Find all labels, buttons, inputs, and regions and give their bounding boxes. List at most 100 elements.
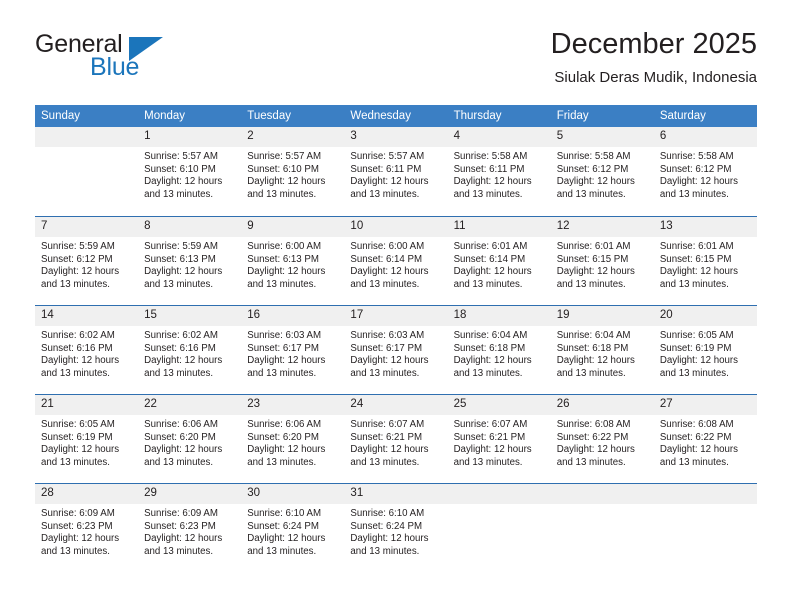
- general-blue-logo[interactable]: General Blue: [35, 32, 245, 94]
- day-sun-details: Sunrise: 6:04 AM Sunset: 6:18 PM Daylight:…: [551, 326, 654, 380]
- day-cell-inner: 1 Sunrise: 5:57 AM Sunset: 6:10 PM Daylight…: [138, 127, 242, 216]
- day-sun-details: Sunrise: 6:00 AM Sunset: 6:13 PM Daylight:…: [241, 237, 344, 291]
- daylight-text: and 13 minutes.: [453, 278, 523, 290]
- daylight-text: and 13 minutes.: [453, 456, 523, 468]
- calendar-day-cell[interactable]: 12 Sunrise: 6:01 AM Sunset: 6:15 PM Dayligh…: [550, 216, 654, 305]
- daylight-text: and 13 minutes.: [556, 188, 626, 200]
- calendar-day-cell[interactable]: 20 Sunrise: 6:05 AM Sunset: 6:19 PM Dayligh…: [653, 305, 757, 394]
- calendar-day-cell-empty: [550, 483, 654, 572]
- daylight-text: Daylight: 12 hours: [453, 444, 532, 456]
- sunrise-text: Sunrise: 6:10 AM: [247, 508, 322, 519]
- daylight-text: and 13 minutes.: [556, 367, 626, 379]
- calendar-day-cell[interactable]: 5 Sunrise: 5:58 AM Sunset: 6:12 PM Daylight…: [550, 127, 654, 216]
- sunrise-text: Sunrise: 6:01 AM: [556, 241, 631, 252]
- sunset-text: Sunset: 6:24 PM: [247, 520, 319, 532]
- calendar-day-cell[interactable]: 23 Sunrise: 6:06 AM Sunset: 6:20 PM Dayligh…: [241, 394, 345, 483]
- calendar-day-cell[interactable]: 9 Sunrise: 6:00 AM Sunset: 6:13 PM Daylight…: [241, 216, 345, 305]
- calendar-day-cell[interactable]: 10 Sunrise: 6:00 AM Sunset: 6:14 PM Dayligh…: [344, 216, 448, 305]
- daylight-text: Daylight: 12 hours: [350, 355, 429, 367]
- daylight-text: and 13 minutes.: [247, 188, 317, 200]
- calendar-day-cell[interactable]: 30 Sunrise: 6:10 AM Sunset: 6:24 PM Dayligh…: [241, 483, 345, 572]
- day-sun-details: Sunrise: 6:10 AM Sunset: 6:24 PM Daylight:…: [241, 504, 344, 558]
- day-number: 20: [653, 306, 757, 326]
- day-sun-details: Sunrise: 5:59 AM Sunset: 6:12 PM Daylight:…: [35, 237, 138, 291]
- daylight-text: and 13 minutes.: [247, 456, 317, 468]
- daylight-text: Daylight: 12 hours: [659, 176, 738, 188]
- daylight-text: and 13 minutes.: [350, 278, 420, 290]
- day-cell-inner: 15 Sunrise: 6:02 AM Sunset: 6:16 PM Dayligh…: [138, 305, 242, 394]
- sunset-text: Sunset: 6:14 PM: [453, 253, 526, 265]
- daylight-text: and 13 minutes.: [659, 367, 729, 379]
- calendar-day-cell[interactable]: 14 Sunrise: 6:02 AM Sunset: 6:16 PM Dayligh…: [35, 305, 139, 394]
- calendar-day-cell[interactable]: 6 Sunrise: 5:58 AM Sunset: 6:12 PM Daylight…: [653, 127, 757, 216]
- sunset-text: Sunset: 6:22 PM: [556, 431, 629, 443]
- calendar-day-cell[interactable]: 8 Sunrise: 5:59 AM Sunset: 6:13 PM Daylight…: [138, 216, 242, 305]
- calendar-day-cell[interactable]: 27 Sunrise: 6:08 AM Sunset: 6:22 PM Dayligh…: [653, 394, 757, 483]
- sunrise-text: Sunrise: 6:00 AM: [350, 241, 425, 252]
- day-sun-details: Sunrise: 6:08 AM Sunset: 6:22 PM Daylight:…: [654, 415, 757, 469]
- daylight-text: and 13 minutes.: [453, 367, 523, 379]
- calendar-day-cell[interactable]: 17 Sunrise: 6:03 AM Sunset: 6:17 PM Dayligh…: [344, 305, 448, 394]
- calendar-day-cell[interactable]: 19 Sunrise: 6:04 AM Sunset: 6:18 PM Dayligh…: [550, 305, 654, 394]
- daylight-text: and 13 minutes.: [41, 456, 110, 468]
- day-cell-inner: [550, 483, 654, 572]
- calendar-day-cell[interactable]: 31 Sunrise: 6:10 AM Sunset: 6:24 PM Dayligh…: [344, 483, 448, 572]
- sunset-text: Sunset: 6:19 PM: [659, 342, 732, 354]
- day-number: 16: [241, 306, 345, 326]
- calendar-day-cell[interactable]: 16 Sunrise: 6:03 AM Sunset: 6:17 PM Dayligh…: [241, 305, 345, 394]
- calendar-body: 1 Sunrise: 5:57 AM Sunset: 6:10 PM Daylight…: [35, 127, 757, 572]
- daylight-text: and 13 minutes.: [41, 545, 110, 557]
- daylight-text: and 13 minutes.: [659, 188, 729, 200]
- daylight-text: Daylight: 12 hours: [144, 355, 223, 367]
- sunset-text: Sunset: 6:12 PM: [659, 163, 732, 175]
- day-sun-details: Sunrise: 5:57 AM Sunset: 6:10 PM Daylight:…: [138, 147, 241, 201]
- calendar-day-cell[interactable]: 15 Sunrise: 6:02 AM Sunset: 6:16 PM Dayligh…: [138, 305, 242, 394]
- calendar-day-cell[interactable]: 21 Sunrise: 6:05 AM Sunset: 6:19 PM Dayligh…: [35, 394, 139, 483]
- day-cell-inner: 8 Sunrise: 5:59 AM Sunset: 6:13 PM Daylight…: [138, 216, 242, 305]
- calendar-day-cell[interactable]: 26 Sunrise: 6:08 AM Sunset: 6:22 PM Dayligh…: [550, 394, 654, 483]
- daylight-text: and 13 minutes.: [556, 278, 626, 290]
- day-sun-details: Sunrise: 6:02 AM Sunset: 6:16 PM Daylight:…: [35, 326, 138, 380]
- day-number: 29: [138, 484, 242, 504]
- calendar-day-cell[interactable]: 3 Sunrise: 5:57 AM Sunset: 6:11 PM Daylight…: [344, 127, 448, 216]
- calendar-day-cell[interactable]: 29 Sunrise: 6:09 AM Sunset: 6:23 PM Dayligh…: [138, 483, 242, 572]
- calendar-day-cell[interactable]: 18 Sunrise: 6:04 AM Sunset: 6:18 PM Dayligh…: [447, 305, 551, 394]
- calendar-day-cell[interactable]: 13 Sunrise: 6:01 AM Sunset: 6:15 PM Dayligh…: [653, 216, 757, 305]
- calendar-day-cell[interactable]: 22 Sunrise: 6:06 AM Sunset: 6:20 PM Dayligh…: [138, 394, 242, 483]
- sunrise-text: Sunrise: 6:04 AM: [556, 330, 631, 341]
- day-number: 14: [35, 306, 139, 326]
- weekday-header-row: Sunday Monday Tuesday Wednesday Thursday Frid…: [35, 105, 757, 127]
- day-cell-inner: 3 Sunrise: 5:57 AM Sunset: 6:11 PM Daylight…: [344, 127, 448, 216]
- calendar-day-cell[interactable]: 1 Sunrise: 5:57 AM Sunset: 6:10 PM Daylight…: [138, 127, 242, 216]
- calendar-header-row: Sunday Monday Tuesday Wednesday Thursday Frid…: [35, 105, 757, 127]
- day-cell-inner: 20 Sunrise: 6:05 AM Sunset: 6:19 PM Dayligh…: [653, 305, 757, 394]
- day-number: 9: [241, 217, 345, 237]
- calendar-day-cell[interactable]: 24 Sunrise: 6:07 AM Sunset: 6:21 PM Dayligh…: [344, 394, 448, 483]
- day-number: 25: [447, 395, 551, 415]
- day-cell-inner: 11 Sunrise: 6:01 AM Sunset: 6:14 PM Dayligh…: [447, 216, 551, 305]
- day-cell-inner: 6 Sunrise: 5:58 AM Sunset: 6:12 PM Daylight…: [653, 127, 757, 216]
- sunset-text: Sunset: 6:10 PM: [247, 163, 319, 175]
- day-number: 30: [241, 484, 345, 504]
- day-number: [447, 484, 551, 504]
- daylight-text: Daylight: 12 hours: [247, 444, 326, 456]
- daylight-text: and 13 minutes.: [350, 456, 420, 468]
- sunrise-text: Sunrise: 6:01 AM: [453, 241, 528, 252]
- sunset-text: Sunset: 6:23 PM: [144, 520, 216, 532]
- daylight-text: and 13 minutes.: [144, 367, 214, 379]
- calendar-day-cell[interactable]: 7 Sunrise: 5:59 AM Sunset: 6:12 PM Daylight…: [35, 216, 139, 305]
- day-number: 4: [447, 127, 551, 147]
- day-number: 10: [344, 217, 448, 237]
- calendar-day-cell[interactable]: 11 Sunrise: 6:01 AM Sunset: 6:14 PM Dayligh…: [447, 216, 551, 305]
- calendar-day-cell[interactable]: 2 Sunrise: 5:57 AM Sunset: 6:10 PM Daylight…: [241, 127, 345, 216]
- day-cell-inner: 24 Sunrise: 6:07 AM Sunset: 6:21 PM Dayligh…: [344, 394, 448, 483]
- calendar-day-cell[interactable]: 25 Sunrise: 6:07 AM Sunset: 6:21 PM Dayligh…: [447, 394, 551, 483]
- calendar-day-cell[interactable]: 4 Sunrise: 5:58 AM Sunset: 6:11 PM Daylight…: [447, 127, 551, 216]
- daylight-text: Daylight: 12 hours: [41, 444, 120, 456]
- weekday-header-friday: Friday: [550, 105, 654, 127]
- calendar-day-cell[interactable]: 28 Sunrise: 6:09 AM Sunset: 6:23 PM Dayligh…: [35, 483, 139, 572]
- sunrise-text: Sunrise: 6:01 AM: [659, 241, 734, 252]
- sunset-text: Sunset: 6:12 PM: [41, 253, 113, 265]
- day-number: [653, 484, 757, 504]
- page-title: December 2025: [550, 28, 757, 60]
